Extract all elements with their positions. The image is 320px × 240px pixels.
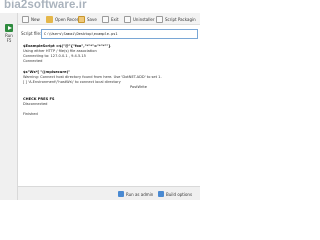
open-recent-button[interactable]: Open Recent [46, 15, 81, 23]
exit-button[interactable]: Exit [102, 15, 119, 23]
run-as-admin-label: Run as admin [126, 191, 154, 197]
build-options-label: Build options [166, 191, 193, 197]
output-log: $ExampleScript =$("@"{"foo","*"*"="*"*""… [20, 44, 198, 184]
exit-label: Exit [111, 16, 119, 22]
run-shortcut: F5 [6, 38, 12, 43]
output-line: Disconnected [23, 102, 48, 106]
run-button[interactable]: Run F5 [2, 24, 16, 48]
watermark: bia2software.ir [0, 0, 200, 13]
left-pane: Run F5 [0, 0, 18, 200]
open-recent-label: Open Recent [55, 16, 81, 22]
output-line: Finished [23, 112, 38, 116]
file-row: Script file: [20, 29, 198, 39]
script-packaging-label: Script Packagin [165, 16, 196, 22]
status-bar: Run as admin Build options [18, 186, 200, 200]
new-label: New [31, 16, 40, 22]
shield-icon [118, 191, 124, 197]
uninstaller-button[interactable]: Uninstaller [124, 15, 155, 23]
save-button[interactable]: Save [78, 15, 97, 23]
package-icon [156, 15, 163, 23]
uninstaller-label: Uninstaller [133, 16, 155, 22]
new-file-icon [22, 15, 29, 23]
output-line: PostWrite [130, 85, 148, 89]
open-folder-icon [46, 15, 53, 23]
play-icon [5, 24, 13, 32]
gear-icon [158, 191, 164, 197]
uninstall-icon [124, 15, 131, 23]
new-button[interactable]: New [22, 15, 40, 23]
save-icon [78, 15, 85, 23]
output-line: Connected [23, 59, 43, 63]
save-label: Save [87, 16, 97, 22]
toolbar: New Open Recent Save Exit Uninstaller Sc… [18, 13, 200, 25]
script-path-input[interactable] [41, 29, 198, 39]
watermark-text: bia2software.ir [4, 0, 87, 11]
script-packaging-button[interactable]: Script Packagin [156, 15, 196, 23]
exit-icon [102, 15, 109, 23]
output-line: [ ] 'A.Environment\"hostWs\' to connect … [23, 80, 121, 84]
run-as-admin-button[interactable]: Run as admin [118, 190, 153, 198]
file-label: Script file: [21, 31, 42, 36]
build-options-button[interactable]: Build options [158, 190, 192, 198]
